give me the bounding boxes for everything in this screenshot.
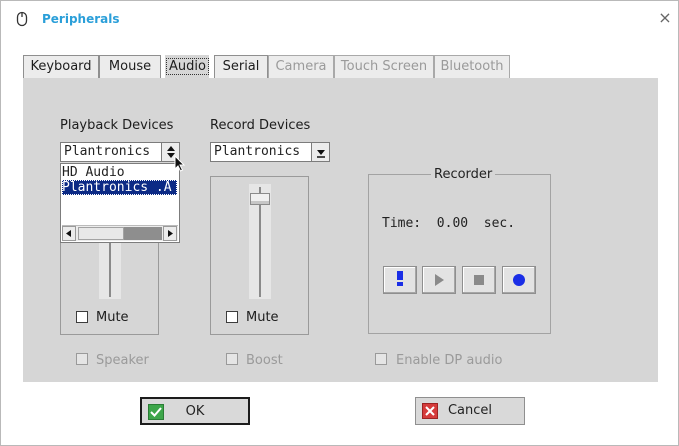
- speaker-label: Speaker: [96, 353, 149, 368]
- recorder-time: Time: 0.00 sec.: [382, 216, 516, 231]
- mouse-icon: [16, 11, 28, 30]
- play-button[interactable]: [422, 266, 456, 294]
- tab-mouse[interactable]: Mouse: [99, 55, 161, 79]
- level-meter-button[interactable]: [383, 266, 417, 294]
- window-title: Peripherals: [42, 12, 120, 26]
- record-mute-label: Mute: [246, 310, 279, 325]
- chevron-down-icon[interactable]: [311, 143, 329, 161]
- enable-dp-audio-checkbox[interactable]: [375, 353, 387, 365]
- scrollbar-thumb[interactable]: [78, 227, 124, 240]
- boost-label: Boost: [246, 353, 283, 368]
- list-item-selected[interactable]: Plantronics .A: [62, 180, 177, 195]
- record-volume-thumb[interactable]: [250, 193, 270, 205]
- tab-serial[interactable]: Serial: [214, 55, 268, 79]
- record-device-select[interactable]: Plantronics: [210, 142, 330, 162]
- tab-keyboard[interactable]: Keyboard: [23, 55, 99, 79]
- playback-device-select[interactable]: Plantronics: [60, 142, 180, 162]
- boost-checkbox[interactable]: [226, 353, 238, 365]
- playback-devices-label: Playback Devices: [60, 118, 174, 133]
- cancel-label: Cancel: [447, 403, 493, 418]
- scroll-right-icon[interactable]: [163, 226, 177, 241]
- enable-dp-audio-label: Enable DP audio: [396, 353, 503, 368]
- tab-camera[interactable]: Camera: [268, 55, 334, 79]
- stop-button[interactable]: [462, 266, 496, 294]
- cancel-button[interactable]: Cancel: [415, 397, 525, 425]
- record-devices-label: Record Devices: [210, 118, 311, 133]
- record-mute-checkbox[interactable]: [226, 311, 238, 323]
- playback-selected-value: Plantronics: [64, 144, 151, 159]
- close-icon[interactable]: ×: [657, 10, 673, 26]
- record-button[interactable]: [502, 266, 536, 294]
- playback-mute-label: Mute: [96, 310, 129, 325]
- scroll-left-icon[interactable]: [62, 226, 76, 241]
- list-item[interactable]: HD Audio: [62, 165, 177, 180]
- ok-label: OK: [185, 404, 205, 419]
- horizontal-scrollbar[interactable]: [62, 225, 178, 241]
- record-selected-value: Plantronics: [214, 144, 301, 159]
- tab-audio[interactable]: Audio: [165, 55, 209, 79]
- tab-touch-screen[interactable]: Touch Screen: [334, 55, 434, 79]
- playback-device-list[interactable]: HD Audio Plantronics .A: [60, 163, 180, 243]
- playback-mute-checkbox[interactable]: [76, 311, 88, 323]
- recorder-group: Recorder Time: 0.00 sec.: [368, 167, 551, 334]
- recorder-title: Recorder: [431, 167, 496, 182]
- mouse-pointer-icon: [174, 154, 186, 176]
- title-bar: Peripherals ×: [1, 1, 678, 37]
- peripherals-window: Peripherals × Keyboard Mouse Audio Seria…: [0, 0, 679, 446]
- playback-volume-slider[interactable]: [109, 241, 111, 297]
- ok-button[interactable]: OK: [140, 397, 250, 425]
- speaker-checkbox[interactable]: [76, 353, 88, 365]
- tab-bluetooth[interactable]: Bluetooth: [434, 55, 510, 79]
